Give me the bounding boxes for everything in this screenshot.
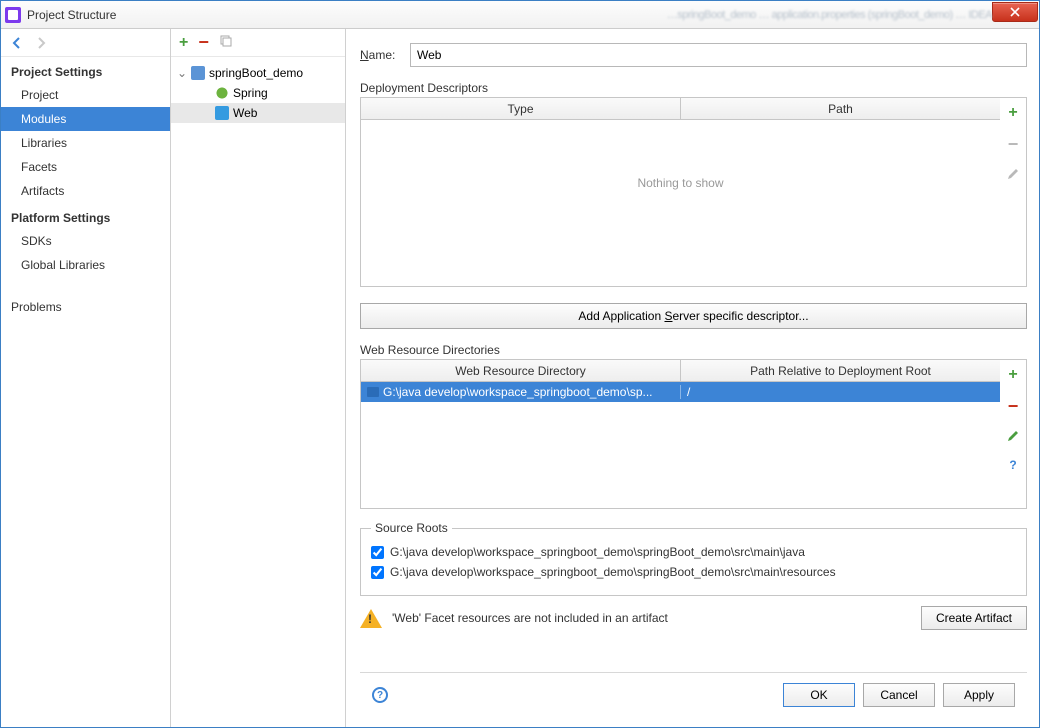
- sidebar-item-problems[interactable]: Problems: [1, 295, 170, 319]
- create-artifact-button[interactable]: Create Artifact: [921, 606, 1027, 630]
- tree-node-root[interactable]: ⌄ springBoot_demo: [171, 63, 345, 83]
- add-module-icon[interactable]: +: [179, 34, 188, 52]
- res-dir-cell: G:\java develop\workspace_springboot_dem…: [383, 385, 653, 399]
- tree-node-web[interactable]: Web: [171, 103, 345, 123]
- dialog-footer: ? OK Cancel Apply: [360, 672, 1027, 717]
- help-icon[interactable]: ?: [372, 687, 388, 703]
- web-icon: [215, 106, 229, 120]
- deploy-col-path: Path: [681, 98, 1000, 119]
- module-tree-panel: + − ⌄ springBoot_demo Spring Web: [171, 29, 346, 727]
- source-root-path: G:\java develop\workspace_springboot_dem…: [390, 565, 836, 579]
- window-title: Project Structure: [27, 8, 661, 22]
- spring-icon: [215, 86, 229, 100]
- deploy-table-header: Type Path: [361, 98, 1000, 120]
- sidebar-section-platform: Platform Settings: [1, 203, 170, 229]
- source-root-row[interactable]: G:\java develop\workspace_springboot_dem…: [371, 545, 1016, 559]
- sidebar-item-libraries[interactable]: Libraries: [1, 131, 170, 155]
- close-icon: [1010, 7, 1020, 17]
- res-remove-icon[interactable]: −: [1008, 396, 1019, 417]
- res-col-rel: Path Relative to Deployment Root: [681, 360, 1000, 381]
- copy-module-icon[interactable]: [219, 34, 233, 51]
- window-subtitle: …springBoot_demo … application.propertie…: [667, 9, 992, 21]
- sidebar-item-project[interactable]: Project: [1, 83, 170, 107]
- tree-toolbar: + −: [171, 29, 345, 57]
- sidebar-item-sdks[interactable]: SDKs: [1, 229, 170, 253]
- source-roots-box: Source Roots G:\java develop\workspace_s…: [360, 521, 1027, 596]
- res-help-icon[interactable]: ?: [1009, 458, 1016, 472]
- deploy-add-icon[interactable]: +: [1008, 104, 1017, 122]
- res-table-row[interactable]: G:\java develop\workspace_springboot_dem…: [361, 382, 1000, 402]
- sidebar-navbar: [1, 29, 170, 57]
- remove-module-icon[interactable]: −: [198, 32, 209, 53]
- facet-name-input[interactable]: [410, 43, 1027, 67]
- res-add-icon[interactable]: +: [1008, 366, 1017, 384]
- folder-icon: [367, 387, 379, 397]
- title-bar: Project Structure …springBoot_demo … app…: [1, 1, 1039, 29]
- tree-node-label: springBoot_demo: [209, 66, 303, 80]
- source-roots-label: Source Roots: [371, 521, 452, 535]
- deployment-descriptors-label: Deployment Descriptors: [360, 81, 1027, 95]
- sidebar-item-artifacts[interactable]: Artifacts: [1, 179, 170, 203]
- artifact-warning-row: 'Web' Facet resources are not included i…: [360, 606, 1027, 630]
- deployment-descriptors-panel: Type Path Nothing to show + −: [360, 97, 1027, 287]
- ok-button[interactable]: OK: [783, 683, 855, 707]
- apply-button[interactable]: Apply: [943, 683, 1015, 707]
- forward-icon[interactable]: [33, 35, 49, 51]
- caret-down-icon[interactable]: ⌄: [177, 66, 187, 80]
- back-icon[interactable]: [9, 35, 25, 51]
- sidebar-item-global-libraries[interactable]: Global Libraries: [1, 253, 170, 277]
- source-root-row[interactable]: G:\java develop\workspace_springboot_dem…: [371, 565, 1016, 579]
- warning-icon: [360, 609, 382, 628]
- web-resource-directories-label: Web Resource Directories: [360, 343, 1027, 357]
- sidebar-item-modules[interactable]: Modules: [1, 107, 170, 131]
- add-descriptor-button[interactable]: Add Application Server specific descript…: [360, 303, 1027, 329]
- source-root-checkbox[interactable]: [371, 566, 384, 579]
- deploy-remove-icon[interactable]: −: [1008, 134, 1019, 155]
- tree-node-label: Spring: [233, 86, 268, 100]
- tree-node-label: Web: [233, 106, 257, 120]
- deploy-empty-message: Nothing to show: [361, 120, 1000, 190]
- sidebar-section-project: Project Settings: [1, 57, 170, 83]
- facet-editor: Name: Deployment Descriptors Type Path N…: [346, 29, 1039, 727]
- source-root-path: G:\java develop\workspace_springboot_dem…: [390, 545, 805, 559]
- warning-message: 'Web' Facet resources are not included i…: [392, 611, 911, 625]
- res-edit-icon[interactable]: [1006, 429, 1020, 446]
- web-resource-panel: Web Resource Directory Path Relative to …: [360, 359, 1027, 509]
- tree-node-spring[interactable]: Spring: [171, 83, 345, 103]
- module-icon: [191, 66, 205, 80]
- close-button[interactable]: [992, 2, 1038, 22]
- res-col-dir: Web Resource Directory: [361, 360, 681, 381]
- module-tree: ⌄ springBoot_demo Spring Web: [171, 57, 345, 129]
- cancel-button[interactable]: Cancel: [863, 683, 935, 707]
- app-icon: [5, 7, 21, 23]
- sidebar-item-facets[interactable]: Facets: [1, 155, 170, 179]
- source-root-checkbox[interactable]: [371, 546, 384, 559]
- deploy-edit-icon[interactable]: [1006, 167, 1020, 184]
- res-rel-cell: /: [681, 385, 1000, 399]
- sidebar: Project Settings Project Modules Librari…: [1, 29, 171, 727]
- res-table-header: Web Resource Directory Path Relative to …: [361, 360, 1000, 382]
- name-label: Name:: [360, 48, 402, 62]
- deploy-col-type: Type: [361, 98, 681, 119]
